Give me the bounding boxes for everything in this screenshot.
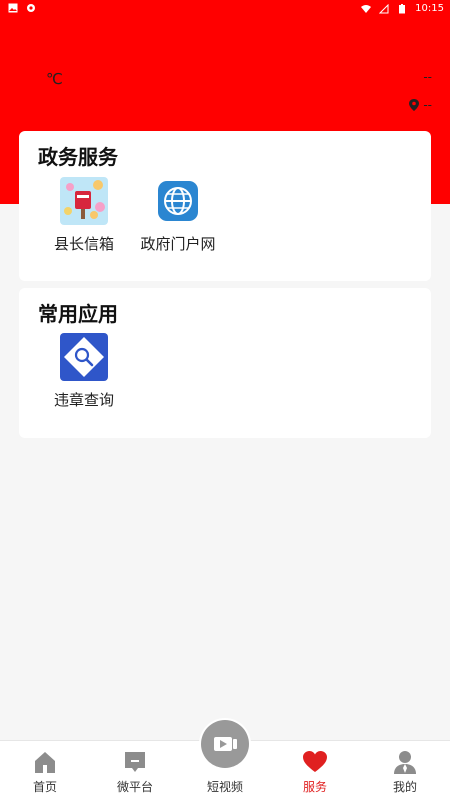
tab-label: 我的 bbox=[392, 780, 417, 794]
user-icon bbox=[394, 751, 416, 774]
heart-icon bbox=[303, 751, 327, 772]
common-apps-title: 常用应用 bbox=[38, 302, 118, 326]
temperature-unit: ℃ bbox=[46, 70, 63, 88]
home-icon bbox=[35, 752, 55, 773]
tab-micro-platform[interactable]: 微平台 bbox=[90, 741, 180, 800]
tab-label: 微平台 bbox=[116, 780, 153, 794]
app-label: 政府门户网 bbox=[140, 235, 216, 253]
globe-icon bbox=[154, 177, 202, 225]
status-time: 10:15 bbox=[415, 3, 444, 14]
info-line-1: -- bbox=[423, 70, 432, 84]
tab-mine[interactable]: 我的 bbox=[360, 741, 450, 800]
gov-services-title: 政务服务 bbox=[38, 145, 118, 169]
location[interactable]: -- bbox=[409, 98, 432, 112]
battery-icon bbox=[399, 3, 406, 13]
tab-label: 首页 bbox=[32, 780, 57, 794]
settings-notification-icon bbox=[27, 4, 35, 12]
app-government-portal[interactable]: 政府门户网 bbox=[138, 177, 218, 254]
app-label: 违章查询 bbox=[53, 391, 114, 409]
signal-icon bbox=[379, 3, 389, 13]
weather-info: -- -- bbox=[409, 70, 432, 112]
wifi-icon bbox=[361, 4, 372, 13]
tab-home[interactable]: 首页 bbox=[0, 741, 90, 800]
search-violation-icon bbox=[60, 333, 108, 381]
tab-label: 短视频 bbox=[206, 780, 243, 794]
app-violation-query[interactable]: 违章查询 bbox=[44, 333, 124, 410]
app-label: 县长信箱 bbox=[53, 235, 114, 253]
video-camera-icon bbox=[214, 737, 237, 751]
image-notification-icon bbox=[8, 3, 18, 13]
status-bar: 10:15 bbox=[0, 0, 450, 20]
short-video-button[interactable] bbox=[199, 718, 251, 770]
tab-services[interactable]: 服务 bbox=[270, 741, 360, 800]
app-county-mailbox[interactable]: 县长信箱 bbox=[44, 177, 124, 254]
tab-label: 服务 bbox=[302, 780, 327, 794]
location-text: -- bbox=[423, 98, 432, 112]
common-apps-card: 常用应用 违章查询 bbox=[19, 288, 431, 438]
location-pin-icon bbox=[409, 99, 420, 111]
gov-services-card: 政务服务 县长信箱 政府门户网 bbox=[19, 131, 431, 281]
chat-icon bbox=[125, 752, 145, 772]
mailbox-icon bbox=[60, 177, 108, 225]
